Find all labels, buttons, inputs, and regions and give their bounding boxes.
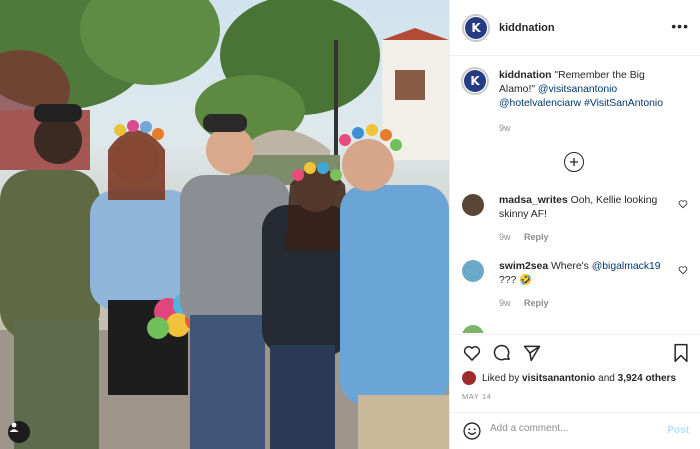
commenter-handle[interactable]: swim2sea	[499, 261, 548, 272]
post-actions: Liked by visitsanantonio and 3,924 other…	[450, 334, 700, 414]
caption-text: kiddnation "Remember the Big Alamo!" @vi…	[499, 69, 679, 111]
post-photo[interactable]	[0, 0, 449, 449]
add-comment-bar: Post	[450, 412, 700, 449]
person-glyph	[9, 422, 19, 432]
liker-handle[interactable]: visitsanantonio	[522, 373, 595, 384]
commenter-avatar[interactable]	[462, 325, 484, 333]
comment-body: Where's	[551, 261, 589, 272]
author-handle[interactable]: kiddnation	[499, 22, 555, 34]
comment-mention[interactable]: @bigalmack19	[592, 261, 661, 272]
bookmark-icon[interactable]	[672, 343, 690, 363]
comment-age: 9w	[499, 298, 511, 308]
comment-suffix: ??? 🤣	[499, 275, 533, 286]
commenter-avatar[interactable]	[462, 260, 484, 282]
comment-text: swim2sea Where's @bigalmack19 ??? 🤣	[499, 260, 671, 288]
like-comment-icon[interactable]	[678, 265, 688, 275]
liker-avatar[interactable]	[462, 371, 476, 385]
like-comment-icon[interactable]	[678, 199, 688, 209]
caption-tag[interactable]: @visitsanantonio	[538, 84, 617, 95]
post-comment-button[interactable]: Post	[667, 425, 689, 436]
comment-input[interactable]	[490, 423, 660, 434]
comment-meta: 9w Reply	[499, 232, 549, 242]
reply-button[interactable]: Reply	[524, 232, 549, 242]
group-photo-illustration	[0, 0, 449, 449]
smile-icon[interactable]	[462, 421, 482, 441]
likes-summary: Liked by visitsanantonio and 3,924 other…	[462, 371, 676, 385]
likes-count[interactable]: 3,924 others	[618, 373, 676, 384]
caption-age: 9w	[499, 123, 511, 133]
comment-meta: 9w Reply	[499, 298, 549, 308]
commenter-avatar[interactable]	[462, 194, 484, 216]
author-avatar-letter: K	[465, 16, 487, 39]
reply-button[interactable]: Reply	[524, 298, 549, 308]
commenter-handle[interactable]: madsa_writes	[499, 195, 568, 206]
user-tag-icon[interactable]	[8, 421, 30, 443]
post-side-panel: K kiddnation ••• K kiddnation "Remember …	[449, 0, 700, 449]
caption-tag[interactable]: #VisitSanAntonio	[584, 98, 663, 109]
post-date: MAY 14	[462, 392, 492, 401]
likes-and: and	[598, 372, 615, 384]
author-avatar[interactable]: K	[462, 13, 490, 42]
post-header: K kiddnation •••	[450, 0, 700, 56]
more-options-button[interactable]: •••	[671, 18, 689, 34]
plus-glyph	[570, 158, 578, 166]
comment-age: 9w	[499, 232, 511, 242]
plus-circle-icon[interactable]	[564, 152, 584, 172]
comment-text: madsa_writes Ooh, Kellie looking skinny …	[499, 194, 671, 222]
heart-icon[interactable]	[462, 343, 482, 363]
likes-prefix: Liked by	[482, 372, 520, 384]
comments-list: K kiddnation "Remember the Big Alamo!" @…	[450, 57, 700, 333]
caption-avatar-letter: K	[464, 70, 486, 92]
caption-tag[interactable]: @hotelvalenciarw	[499, 98, 581, 109]
share-icon[interactable]	[522, 343, 542, 363]
caption-avatar[interactable]: K	[461, 67, 489, 95]
caption-author[interactable]: kiddnation	[499, 70, 552, 81]
comment-icon[interactable]	[492, 343, 512, 363]
